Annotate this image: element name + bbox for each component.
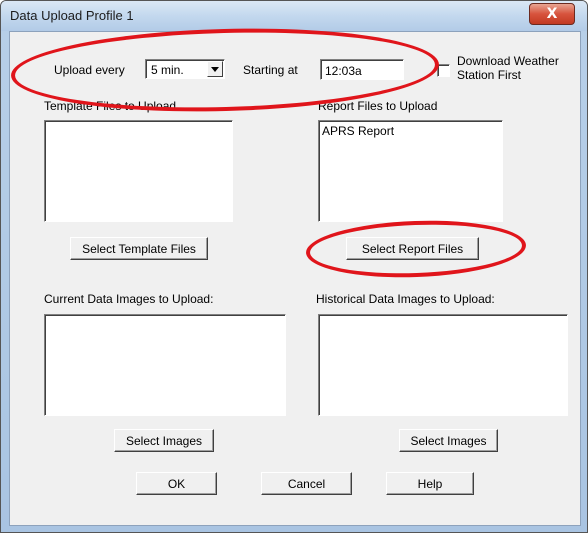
chevron-down-icon[interactable]: [207, 61, 223, 77]
upload-interval-select[interactable]: 5 min.: [145, 59, 225, 79]
template-files-label: Template Files to Upload: [44, 99, 177, 113]
select-historical-images-button[interactable]: Select Images: [399, 429, 498, 452]
ok-button[interactable]: OK: [136, 472, 217, 495]
download-weather-label-line1: Download Weather: [457, 54, 559, 68]
list-item[interactable]: APRS Report: [322, 124, 394, 138]
historical-images-label: Historical Data Images to Upload:: [316, 292, 495, 306]
dialog-window: Data Upload Profile 1 X Upload every 5 m…: [0, 0, 588, 533]
close-button[interactable]: X: [529, 3, 575, 25]
cancel-button[interactable]: Cancel: [261, 472, 352, 495]
historical-images-list[interactable]: [318, 314, 568, 416]
help-button[interactable]: Help: [386, 472, 474, 495]
download-weather-label-line2: Station First: [457, 68, 522, 82]
download-weather-label: Download Weather Station First: [457, 54, 559, 82]
select-report-files-button[interactable]: Select Report Files: [346, 237, 479, 260]
upload-interval-value: 5 min.: [151, 63, 184, 77]
current-images-list[interactable]: [44, 314, 286, 416]
window-title: Data Upload Profile 1: [10, 8, 134, 23]
select-current-images-button[interactable]: Select Images: [114, 429, 214, 452]
start-time-input[interactable]: [320, 59, 404, 80]
select-template-files-button[interactable]: Select Template Files: [70, 237, 208, 260]
current-images-label: Current Data Images to Upload:: [44, 292, 214, 306]
report-files-label: Report Files to Upload: [318, 99, 438, 113]
close-icon: X: [546, 6, 558, 22]
title-bar[interactable]: Data Upload Profile 1 X: [1, 1, 587, 31]
report-files-list[interactable]: APRS Report: [318, 120, 503, 222]
starting-at-label: Starting at: [243, 63, 298, 77]
template-files-list[interactable]: [44, 120, 233, 222]
dialog-body: Upload every 5 min. Starting at Download…: [9, 31, 581, 526]
upload-every-label: Upload every: [54, 63, 125, 77]
download-weather-checkbox[interactable]: [437, 64, 450, 77]
